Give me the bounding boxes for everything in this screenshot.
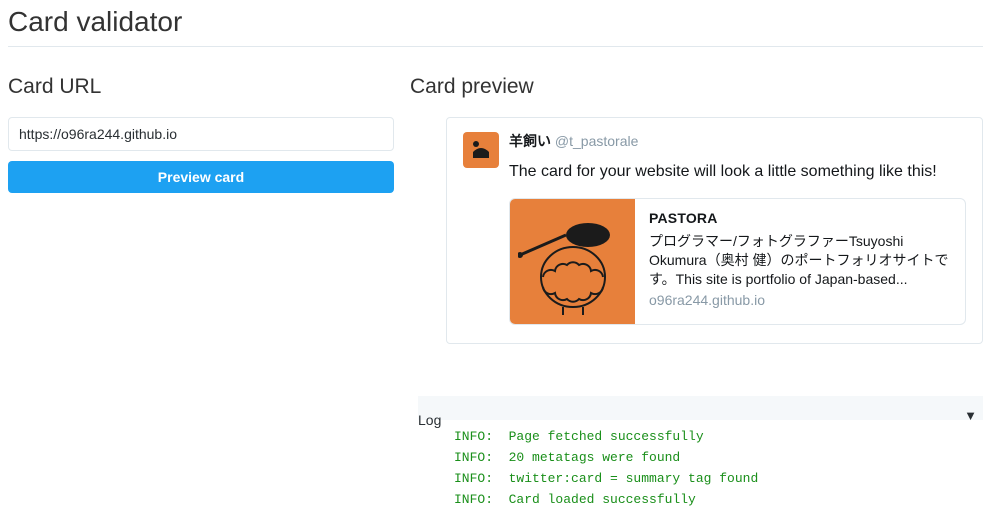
- summary-card-domain: o96ra244.github.io: [649, 291, 951, 310]
- log-body: INFO: Page fetched successfully INFO: 20…: [418, 420, 983, 516]
- user-display-name: 羊飼い: [509, 133, 551, 149]
- log-line: INFO: Page fetched successfully: [454, 426, 961, 447]
- summary-card-image: [510, 199, 635, 324]
- preview-card-button[interactable]: Preview card: [8, 161, 394, 193]
- log-line: INFO: 20 metatags were found: [454, 447, 961, 468]
- card-url-label: Card URL: [8, 75, 394, 99]
- card-url-input[interactable]: [8, 117, 394, 151]
- log-label: Log: [418, 412, 441, 428]
- user-handle: @t_pastorale: [555, 133, 638, 149]
- summary-card-description: プログラマー/フォトグラファーTsuyoshi Okumura（奥村 健）のポー…: [649, 232, 951, 289]
- log-section: Log ▼ INFO: Page fetched successfully IN…: [418, 396, 983, 516]
- log-header[interactable]: Log ▼: [418, 396, 983, 420]
- chevron-down-icon[interactable]: ▼: [964, 408, 977, 423]
- page-title: Card validator: [0, 0, 991, 46]
- card-preview-section: Card preview 羊飼い @t_pastorale The card f…: [410, 75, 983, 516]
- avatar-image-icon: [469, 138, 493, 162]
- log-line: INFO: Card loaded successfully: [454, 489, 961, 510]
- preview-blurb: The card for your website will look a li…: [509, 162, 937, 182]
- avatar: [463, 132, 499, 168]
- summary-card-title: PASTORA: [649, 209, 951, 228]
- card-preview-label: Card preview: [410, 75, 983, 99]
- card-preview-panel: 羊飼い @t_pastorale The card for your websi…: [446, 117, 983, 344]
- summary-card[interactable]: PASTORA プログラマー/フォトグラファーTsuyoshi Okumura（…: [509, 198, 966, 325]
- sheep-illustration-icon: [518, 207, 628, 317]
- log-line: INFO: twitter:card = summary tag found: [454, 468, 961, 489]
- card-url-section: Card URL Preview card: [8, 75, 410, 516]
